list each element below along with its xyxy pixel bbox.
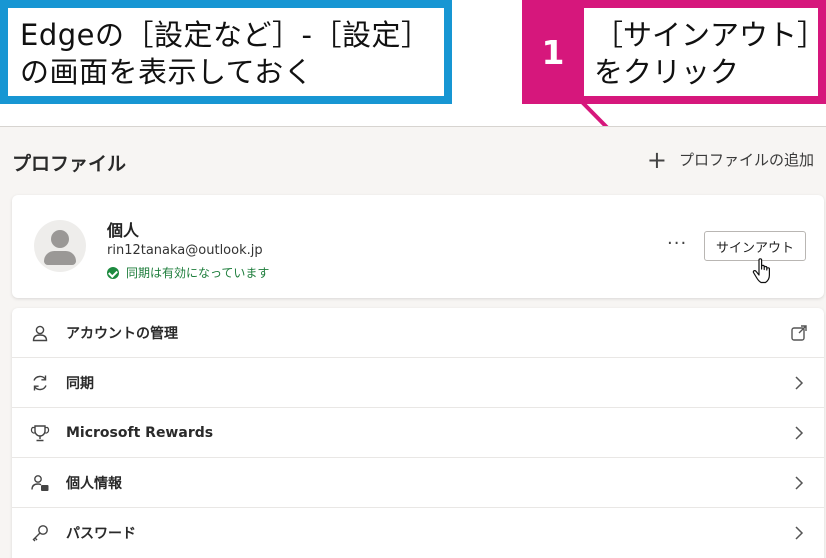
sync-icon — [33, 375, 47, 391]
chevron-right-icon — [795, 376, 804, 390]
settings-profile-page: プロファイル + プロファイルの追加 個人 rin12tanaka@outloo… — [0, 126, 826, 558]
trophy-icon — [30, 425, 50, 442]
list-item-personal-info[interactable]: 個人情報 — [12, 458, 824, 508]
chevron-right-icon — [795, 526, 804, 540]
plus-icon: + — [646, 145, 667, 174]
profile-card: 個人 rin12tanaka@outlook.jp 同期は有効になっています ·… — [12, 195, 824, 298]
sync-status-text: 同期は有効になっています — [126, 266, 270, 280]
person-card-icon — [31, 475, 49, 491]
list-item-label: Microsoft Rewards — [66, 424, 214, 441]
step-number: 1 — [541, 32, 565, 72]
add-profile-button[interactable]: + プロファイルの追加 — [646, 145, 814, 174]
step-line-2: をクリック — [594, 55, 740, 89]
profile-settings-list: アカウントの管理 同期 Microsoft Rewards 個人情報 パスワード — [12, 308, 824, 558]
instruction-callout: Edgeの［設定など］-［設定］ の画面を表示しておく — [0, 0, 452, 104]
chevron-right-icon — [795, 476, 804, 490]
list-item-label: アカウントの管理 — [66, 325, 178, 342]
list-item-microsoft-rewards[interactable]: Microsoft Rewards — [12, 408, 824, 458]
instruction-line-2: の画面を表示しておく — [20, 55, 314, 89]
step-callout-text: ［サインアウト］ をクリック — [584, 8, 826, 96]
instruction-callout-text: Edgeの［設定など］-［設定］ の画面を表示しておく — [8, 8, 444, 96]
check-circle-icon — [107, 266, 119, 279]
instruction-line-1: Edgeの［設定など］-［設定］ — [20, 18, 431, 52]
profile-name: 個人 — [107, 221, 140, 240]
add-profile-label: プロファイルの追加 — [678, 151, 814, 169]
sync-status-badge: 同期は有効になっています — [107, 264, 269, 281]
step-line-1: ［サインアウト］ — [594, 18, 826, 52]
external-link-icon — [791, 325, 807, 341]
list-item-label: パスワード — [66, 526, 136, 542]
list-item-passwords[interactable]: パスワード — [12, 508, 824, 558]
key-icon — [32, 525, 48, 542]
list-item-label: 個人情報 — [66, 475, 122, 492]
chevron-right-icon — [795, 426, 804, 440]
person-icon — [32, 325, 48, 342]
list-item-sync[interactable]: 同期 — [12, 358, 824, 408]
avatar — [34, 220, 86, 272]
more-options-icon[interactable]: ··· — [667, 233, 687, 254]
list-item-account-management[interactable]: アカウントの管理 — [12, 308, 824, 358]
page-title: プロファイル — [12, 153, 127, 175]
sign-out-button[interactable]: サインアウト — [704, 231, 806, 261]
list-item-label: 同期 — [66, 375, 94, 392]
profile-email: rin12tanaka@outlook.jp — [107, 243, 263, 258]
step-callout: 1 ［サインアウト］ をクリック — [522, 0, 826, 104]
hand-cursor-icon — [752, 258, 770, 284]
